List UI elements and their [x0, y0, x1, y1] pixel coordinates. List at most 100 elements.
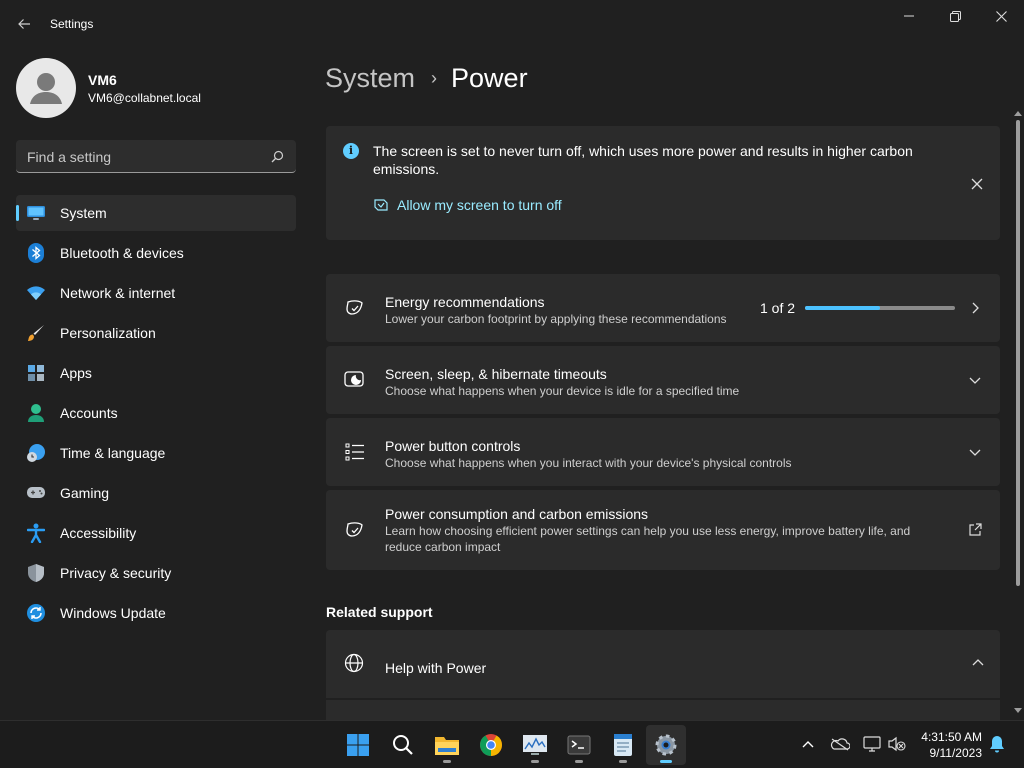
minimize-button[interactable] [886, 4, 932, 28]
taskbar-chrome[interactable] [471, 725, 511, 765]
user-name: VM6 [88, 72, 117, 88]
person-icon [26, 403, 46, 423]
progress-label: 1 of 2 [760, 300, 796, 316]
notification-bell-icon [990, 736, 1004, 753]
info-bar: i The screen is set to never turn off, w… [326, 126, 1000, 240]
network-button[interactable] [861, 733, 883, 755]
sidebar-item-label: Accounts [60, 405, 118, 421]
notifications-button[interactable] [986, 733, 1008, 755]
search-box[interactable]: Find a setting [16, 140, 296, 173]
sidebar-item-label: Bluetooth & devices [60, 245, 184, 261]
card-subtitle: Choose what happens when you interact wi… [385, 456, 792, 470]
person-silhouette-icon [30, 73, 62, 104]
search-icon [393, 735, 413, 755]
sidebar-item-time-language[interactable]: Time & language [16, 435, 296, 471]
running-indicator [443, 760, 451, 763]
sidebar-nav: System Bluetooth & devices Network & int… [16, 195, 296, 635]
leaf-heart-icon [344, 519, 366, 541]
card-subtitle: Choose what happens when your device is … [385, 384, 740, 398]
taskbar-terminal[interactable] [559, 725, 599, 765]
progress-bar [805, 306, 955, 310]
card-subtitle: Lower your carbon footprint by applying … [385, 312, 727, 326]
scrollbar-thumb[interactable] [1016, 120, 1020, 586]
accessibility-icon [26, 523, 46, 543]
sidebar-item-accounts[interactable]: Accounts [16, 395, 296, 431]
scroll-up-icon[interactable] [1014, 110, 1022, 116]
breadcrumb-parent[interactable]: System [325, 63, 415, 94]
sidebar: VM6 VM6@collabnet.local Find a setting S… [0, 48, 310, 720]
sidebar-item-apps[interactable]: Apps [16, 355, 296, 391]
volume-button[interactable] [886, 733, 908, 755]
allow-screen-off-label: Allow my screen to turn off [397, 197, 562, 213]
related-support-heading: Related support [326, 604, 433, 620]
restore-button[interactable] [932, 4, 978, 28]
sidebar-item-bluetooth[interactable]: Bluetooth & devices [16, 235, 296, 271]
onedrive-button[interactable] [829, 733, 851, 755]
leaf-heart-icon [344, 297, 366, 319]
title-bar: Settings [0, 0, 1024, 48]
card-title: Power consumption and carbon emissions [385, 506, 649, 522]
scrollbar[interactable] [1012, 108, 1024, 720]
help-expanded-content [326, 700, 1000, 720]
card-title: Power button controls [385, 438, 521, 454]
sidebar-item-privacy[interactable]: Privacy & security [16, 555, 296, 591]
external-link-icon [966, 521, 984, 539]
onedrive-icon [830, 738, 850, 751]
taskbar-notepad[interactable] [603, 725, 643, 765]
avatar[interactable] [16, 58, 76, 118]
help-with-power-card[interactable]: Help with Power [326, 630, 1000, 698]
show-hidden-icons-button[interactable] [797, 733, 819, 755]
chevron-right-icon [966, 299, 984, 317]
terminal-icon [567, 735, 591, 755]
clock[interactable]: 4:31:50 AM 9/11/2023 [912, 729, 982, 761]
apps-icon [26, 363, 46, 383]
sidebar-item-system[interactable]: System [16, 195, 296, 231]
globe-icon [344, 653, 364, 678]
user-email: VM6@collabnet.local [88, 91, 201, 105]
taskbar-file-explorer[interactable] [427, 725, 467, 765]
power-consumption-card[interactable]: Power consumption and carbon emissions L… [326, 490, 1000, 570]
back-arrow-icon [18, 19, 30, 29]
gamepad-icon [26, 483, 46, 503]
chevron-up-icon [972, 655, 984, 673]
power-button-controls-card[interactable]: Power button controls Choose what happen… [326, 418, 1000, 486]
sidebar-item-gaming[interactable]: Gaming [16, 475, 296, 511]
sidebar-item-network[interactable]: Network & internet [16, 275, 296, 311]
energy-recommendations-card[interactable]: Energy recommendations Lower your carbon… [326, 274, 1000, 342]
card-title: Screen, sleep, & hibernate timeouts [385, 366, 607, 382]
sidebar-item-label: System [60, 205, 107, 221]
close-button[interactable] [978, 4, 1024, 28]
taskbar-settings[interactable] [646, 725, 686, 765]
monitor-icon [26, 203, 46, 223]
card-title: Help with Power [385, 660, 487, 676]
sidebar-item-accessibility[interactable]: Accessibility [16, 515, 296, 551]
wifi-icon [26, 283, 46, 303]
scroll-down-icon[interactable] [1014, 708, 1022, 714]
back-button[interactable] [12, 12, 36, 36]
sidebar-item-label: Apps [60, 365, 92, 381]
main-content: i The screen is set to never turn off, w… [326, 126, 1000, 720]
sidebar-item-windows-update[interactable]: Windows Update [16, 595, 296, 631]
network-icon [863, 736, 881, 752]
taskbar-search-button[interactable] [383, 725, 423, 765]
breadcrumb: System › Power [325, 60, 528, 96]
taskbar-resource-monitor[interactable] [515, 725, 555, 765]
page-title: Power [451, 62, 528, 93]
search-input[interactable]: Find a setting [27, 149, 111, 165]
allow-screen-off-link[interactable]: Allow my screen to turn off [373, 197, 562, 213]
chevron-up-icon [802, 741, 814, 748]
dismiss-button[interactable] [966, 173, 988, 195]
restore-icon [949, 10, 961, 22]
resource-monitor-icon [523, 735, 547, 755]
update-icon [26, 603, 46, 623]
screen-sleep-icon [344, 369, 366, 391]
screen-sleep-card[interactable]: Screen, sleep, & hibernate timeouts Choo… [326, 346, 1000, 414]
sidebar-item-personalization[interactable]: Personalization [16, 315, 296, 351]
running-indicator [531, 760, 539, 763]
file-explorer-icon [435, 737, 459, 755]
start-button[interactable] [338, 725, 378, 765]
leaf-heart-icon [374, 199, 388, 211]
running-indicator [619, 760, 627, 763]
chevron-down-icon [966, 443, 984, 461]
info-message: The screen is set to never turn off, whi… [373, 143, 913, 177]
